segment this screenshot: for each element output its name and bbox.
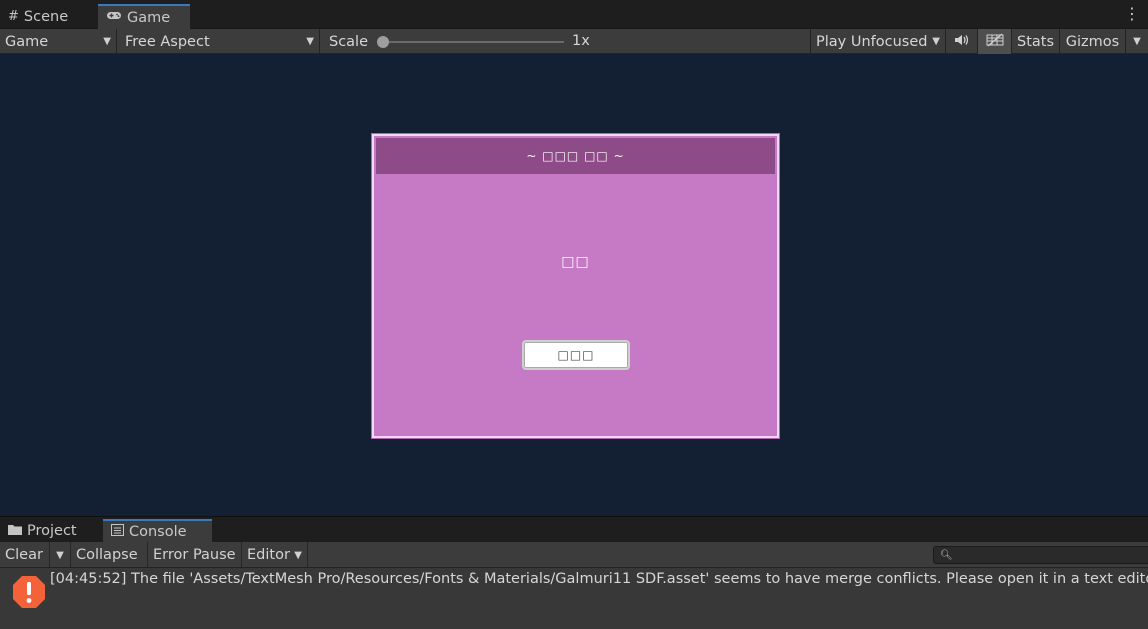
- play-mode-dropdown[interactable]: Play Unfocused ▼: [810, 29, 946, 54]
- scale-slider-track[interactable]: [378, 41, 564, 43]
- clear-label: Clear: [5, 547, 43, 563]
- tab-game-label: Game: [127, 9, 171, 26]
- console-icon: [111, 524, 124, 540]
- tab-scene[interactable]: # Scene: [0, 4, 78, 29]
- console-toolbar: Clear ▼ Collapse Error Pause Editor ▼ 🔍︎: [0, 542, 1148, 568]
- stats-overlay-toggle[interactable]: [978, 29, 1012, 54]
- tab-console[interactable]: Console: [103, 519, 212, 543]
- scale-value: 1x: [572, 33, 590, 49]
- clear-button[interactable]: Clear: [0, 542, 50, 568]
- aspect-dropdown[interactable]: Free Aspect ▼: [120, 29, 320, 54]
- game-toolbar: Game ▼ Free Aspect ▼ Scale 1x Play Unfoc…: [0, 29, 1148, 54]
- grid-toggle-icon: [986, 33, 1004, 51]
- play-mode-label: Play Unfocused: [816, 33, 928, 50]
- chevron-down-icon: ▼: [306, 36, 314, 47]
- chevron-down-icon: ▼: [56, 549, 64, 561]
- dialog-header: ~ □□□ □□ ~: [376, 138, 775, 174]
- editor-label: Editor: [247, 547, 290, 563]
- dialog-panel: ~ □□□ □□ ~ □□ □□□: [371, 133, 780, 439]
- grid-icon: #: [8, 9, 19, 24]
- gizmos-label: Gizmos: [1065, 33, 1120, 50]
- scale-label: Scale: [329, 33, 369, 50]
- tab-scene-label: Scene: [23, 8, 69, 25]
- collapse-button[interactable]: Collapse: [71, 542, 148, 568]
- chevron-down-icon: ▼: [932, 36, 940, 47]
- console-search-input[interactable]: 🔍︎: [933, 546, 1148, 564]
- error-icon: [12, 575, 46, 609]
- tab-console-label: Console: [129, 524, 187, 540]
- mute-audio-button[interactable]: [946, 29, 978, 54]
- chevron-down-icon: ▼: [103, 36, 111, 47]
- folder-icon: [8, 524, 22, 539]
- clear-options-dropdown[interactable]: ▼: [50, 542, 71, 568]
- scale-slider-handle[interactable]: [377, 36, 389, 48]
- game-viewport[interactable]: ~ □□□ □□ ~ □□ □□□: [0, 54, 1148, 516]
- stats-button[interactable]: Stats: [1012, 29, 1060, 54]
- error-pause-button[interactable]: Error Pause: [148, 542, 242, 568]
- display-dropdown-label: Game: [5, 33, 49, 50]
- chevron-down-icon: ▼: [1133, 36, 1141, 47]
- editor-dropdown[interactable]: Editor ▼: [242, 542, 308, 568]
- chevron-down-icon: ▼: [294, 549, 302, 561]
- more-options-icon[interactable]: ⋮: [1124, 4, 1140, 23]
- collapse-label: Collapse: [76, 547, 138, 563]
- bottom-tab-bar: Project Console: [0, 516, 1148, 543]
- aspect-dropdown-label: Free Aspect: [125, 33, 210, 50]
- dialog-button[interactable]: □□□: [522, 340, 630, 370]
- display-dropdown[interactable]: Game ▼: [0, 29, 117, 54]
- error-pause-label: Error Pause: [153, 547, 236, 563]
- tab-project[interactable]: Project: [0, 519, 87, 543]
- speaker-icon: [954, 34, 970, 50]
- gamepad-icon: [106, 10, 122, 25]
- gizmos-button[interactable]: Gizmos: [1060, 29, 1126, 54]
- top-tab-bar: # Scene Game ⋮: [0, 0, 1148, 29]
- tab-project-label: Project: [27, 523, 77, 539]
- dialog-body-text: □□: [561, 254, 590, 270]
- console-message-text[interactable]: [04:45:52] The file 'Assets/TextMesh Pro…: [50, 571, 1148, 587]
- tab-game[interactable]: Game: [98, 4, 190, 29]
- gizmos-dropdown[interactable]: ▼: [1126, 29, 1148, 54]
- scale-control: Scale 1x: [324, 29, 810, 54]
- search-icon: 🔍︎: [940, 549, 953, 561]
- stats-label: Stats: [1017, 33, 1055, 50]
